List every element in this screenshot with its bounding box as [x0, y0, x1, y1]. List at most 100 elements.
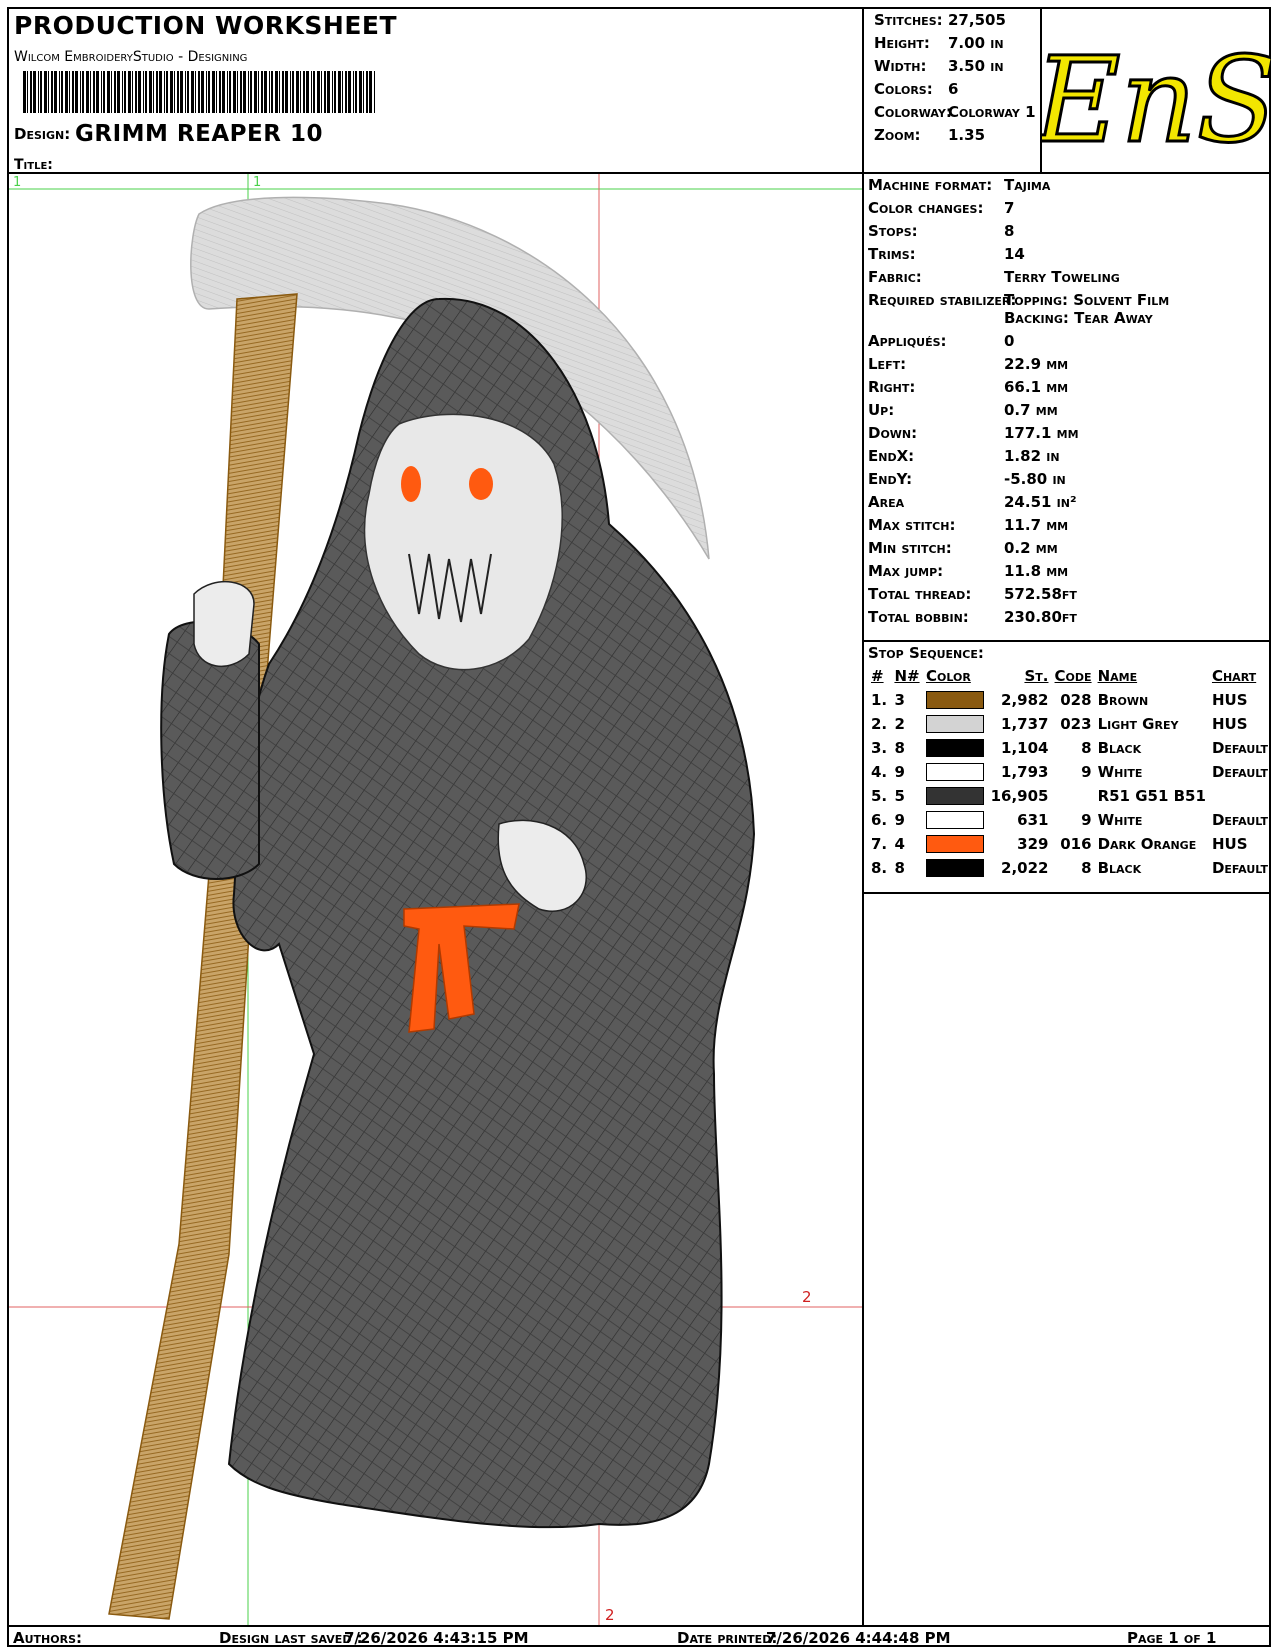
guide-marker-2b: 2	[605, 1606, 615, 1624]
info-row: Max stitch: 11.7 mm	[868, 516, 1068, 534]
barcode-bar	[366, 71, 368, 113]
stop-color-swatch	[923, 760, 988, 784]
info-row: Machine format: Tajima	[868, 176, 1050, 194]
stop-color-name: Black	[1097, 739, 1142, 757]
stop-row: 7. 4 329 016 Dark Orange HUS	[868, 832, 1271, 856]
stop-color-swatch	[923, 832, 988, 856]
info-value: 572.58ft	[1004, 585, 1077, 603]
stop-row: 4. 9 1,793 9 White Default	[868, 760, 1271, 784]
col-chart: Chart	[1211, 667, 1257, 685]
info-row: Stops: 8	[868, 222, 1014, 240]
barcode-bar	[311, 71, 312, 113]
barcode-bar	[80, 71, 81, 113]
stop-code	[1051, 784, 1094, 808]
info-label: Color changes:	[868, 199, 984, 217]
barcode-bar	[128, 71, 131, 113]
barcode-bar	[208, 71, 210, 113]
info-value: 0	[1004, 332, 1015, 350]
barcode-bar	[219, 71, 221, 113]
barcode-bar	[117, 71, 120, 113]
stop-index: 4.	[871, 763, 888, 781]
barcode-bar	[327, 71, 330, 113]
worksheet-page: PRODUCTION WORKSHEET Wilcom EmbroiderySt…	[7, 7, 1275, 1649]
barcode-bar	[237, 71, 238, 113]
info-value: 14	[1004, 245, 1025, 263]
barcode-bar	[75, 71, 78, 113]
colors-row: Colors: 6	[874, 80, 958, 98]
color-swatch	[926, 763, 985, 782]
stop-stitches: 16,905	[990, 787, 1049, 805]
zoom-row: Zoom: 1.35	[874, 126, 985, 144]
info-value: 66.1 mm	[1004, 378, 1069, 396]
info-label: Total bobbin:	[868, 608, 969, 626]
design-name: GRIMM REAPER 10	[75, 121, 323, 147]
stop-chart	[1209, 784, 1271, 808]
barcode-bar	[153, 71, 154, 113]
col-code: Code	[1054, 667, 1092, 685]
height-value: 7.00 in	[948, 34, 1004, 52]
barcode-bar	[23, 71, 26, 113]
barcode-bar	[30, 71, 32, 113]
barcode-bar	[254, 71, 257, 113]
barcode-bar	[243, 71, 246, 113]
info-row: Total bobbin: 230.80ft	[868, 608, 1077, 626]
barcode-bar	[138, 71, 141, 113]
info-label: Left:	[868, 355, 907, 373]
barcode-bar	[72, 71, 74, 113]
stop-color-name: White	[1097, 763, 1143, 781]
barcode-bar	[48, 71, 49, 113]
info-label: Max jump:	[868, 562, 944, 580]
stop-row: 1. 3 2,982 028 Brown HUS	[868, 688, 1271, 712]
stop-chart: Default	[1211, 811, 1268, 829]
stop-color-swatch	[923, 736, 988, 760]
barcode-bar	[338, 71, 341, 113]
barcode-bar	[159, 71, 162, 113]
info-value: 0.7 mm	[1004, 401, 1058, 419]
barcode-bar	[101, 71, 102, 113]
info-label: EndY:	[868, 470, 913, 488]
info-value: 11.8 mm	[1004, 562, 1069, 580]
stop-index: 8.	[871, 859, 888, 877]
grim-reaper-embroidery: 1 1 2 2	[9, 174, 862, 1625]
info-row: EndX: 1.82 in	[868, 447, 1060, 465]
height-row: Height: 7.00 in	[874, 34, 1004, 52]
stop-color-name: Dark Orange	[1097, 835, 1197, 853]
color-swatch	[926, 715, 985, 734]
stop-row: 2. 2 1,737 023 Light Grey HUS	[868, 712, 1271, 736]
stop-chart: HUS	[1211, 835, 1248, 853]
barcode-bar	[65, 71, 68, 113]
barcode-bar	[143, 71, 144, 113]
barcode-bar	[103, 71, 105, 113]
company-logo: EnS	[1031, 9, 1275, 174]
barcode-bar	[363, 71, 364, 113]
col-needle: N#	[894, 667, 920, 685]
info-row: Down: 177.1 mm	[868, 424, 1079, 442]
barcode-bar	[334, 71, 336, 113]
barcode	[23, 71, 375, 113]
barcode-bar	[33, 71, 36, 113]
barcode-bar	[149, 71, 152, 113]
barcode-bar	[271, 71, 273, 113]
info-row: Fabric: Terry Toweling	[868, 268, 1120, 286]
barcode-bar	[191, 71, 194, 113]
barcode-bar	[317, 71, 320, 113]
last-saved-value: 7/26/2026 4:43:15 PM	[344, 1629, 529, 1647]
colorway-label: Colorway:	[874, 103, 952, 121]
stop-stitches: 2,982	[1001, 691, 1049, 709]
barcode-bar	[90, 71, 91, 113]
stop-color-name: R51 G51 B51	[1097, 787, 1206, 805]
barcode-bar	[321, 71, 322, 113]
col-name: Name	[1097, 667, 1138, 685]
barcode-bar	[54, 71, 57, 113]
barcode-bar	[27, 71, 28, 113]
barcode-bar	[174, 71, 175, 113]
info-row: Color changes: 7	[868, 199, 1014, 217]
page-footer: Authors: Design last saved : 7/26/2026 4…	[9, 1625, 1269, 1649]
info-label: Down:	[868, 424, 918, 442]
barcode-bar	[51, 71, 53, 113]
barcode-bar	[300, 71, 301, 113]
last-saved-label: Design last saved :	[219, 1629, 363, 1647]
reaper-left-hand	[193, 580, 255, 668]
design-label: Design:	[14, 125, 71, 143]
header-panel: PRODUCTION WORKSHEET Wilcom EmbroiderySt…	[9, 9, 864, 174]
